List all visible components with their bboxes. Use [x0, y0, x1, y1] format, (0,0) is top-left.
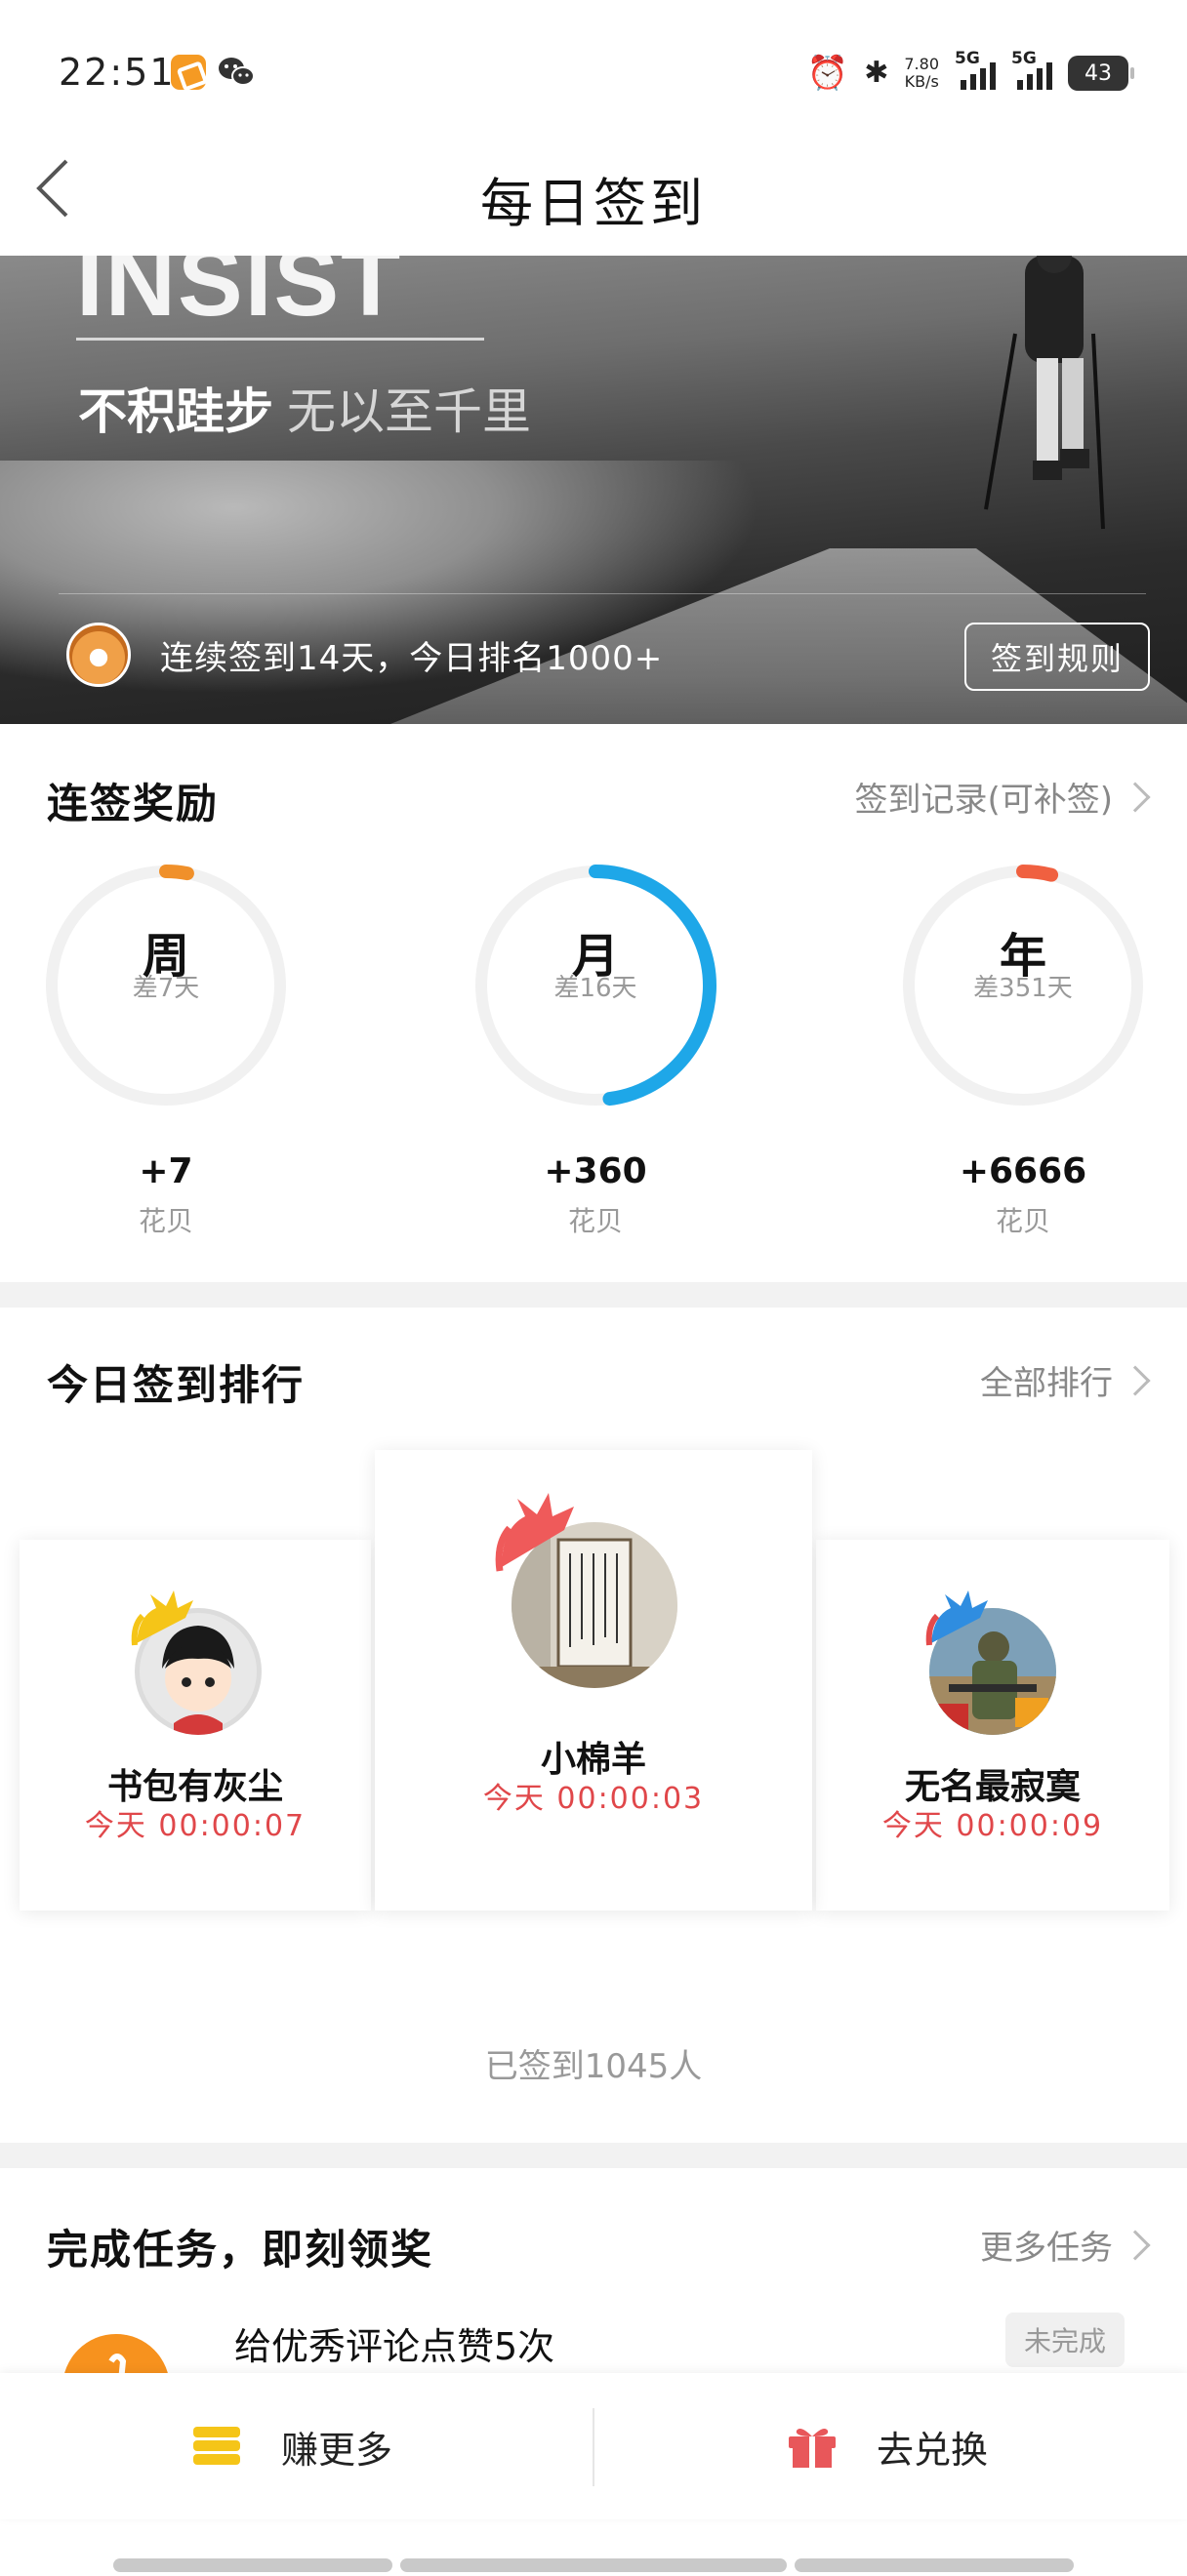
streak-rewards-title: 连签奖励 [47, 780, 220, 827]
rank-time: 今天 00:00:03 [482, 1782, 705, 1816]
reward-unit: 花贝 [567, 1205, 623, 1237]
reward-unit: 花贝 [138, 1205, 193, 1237]
chevron-right-icon [1120, 1364, 1151, 1396]
chevron-right-icon [1120, 2229, 1151, 2261]
sign-in-banner: INSIST 不积跬步 无以至千里 连续签到14天，今日排名1000+ 签到规则 [0, 256, 1187, 724]
user-avatar[interactable] [66, 623, 131, 687]
today-ranking-title: 今日签到排行 [47, 1361, 306, 1409]
sign-in-streak-text: 连续签到14天，今日排名1000+ [160, 639, 664, 678]
reward-value: +6666 [959, 1151, 1087, 1191]
banner-slogan: 不积跬步 无以至千里 [78, 383, 531, 440]
rank-card-3[interactable]: 无名最寂寞 今天 00:00:09 [816, 1540, 1169, 1911]
rank-time: 今天 00:00:07 [84, 1809, 307, 1843]
rank-card-1[interactable]: 小棉羊 今天 00:00:03 [375, 1450, 812, 1911]
bottom-action-bar: 赚更多 去兑换 [0, 2373, 1187, 2519]
app-notification-icon [171, 55, 206, 90]
ring-remaining: 差351天 [973, 974, 1073, 1003]
reward-unit: 花贝 [995, 1205, 1050, 1237]
page-title: 每日签到 [480, 173, 707, 234]
section-divider [0, 2143, 1187, 2168]
network-speed: 7.80 KB/s [904, 55, 939, 91]
redeem-button[interactable]: 去兑换 [787, 2373, 988, 2519]
rank-3-crown-icon [925, 1590, 988, 1646]
task-name: 给优秀评论点赞5次 [234, 2325, 555, 2368]
signal-sim2-icon: 5G [1011, 49, 1052, 90]
gift-icon [789, 2429, 836, 2468]
sign-in-record-link[interactable]: 签到记录(可补签) [854, 773, 1151, 821]
earn-more-button[interactable]: 赚更多 [191, 2373, 392, 2519]
gesture-bar [113, 2558, 392, 2572]
reward-ring-week: 周 差7天 [39, 859, 293, 1112]
status-bar: 22:51 ⏰ ✱ 7.80 KB/s 5G 5G 43 [0, 0, 1187, 146]
reward-ring-month: 月 差16天 [469, 859, 722, 1112]
rank-time: 今天 00:00:09 [881, 1809, 1104, 1843]
battery-icon: 43 [1068, 56, 1134, 91]
ring-remaining: 差16天 [553, 974, 637, 1003]
coins-icon [193, 2427, 240, 2465]
reward-value: +360 [544, 1151, 647, 1191]
ring-remaining: 差7天 [132, 974, 200, 1003]
sign-in-rules-button[interactable]: 签到规则 [964, 623, 1150, 691]
earn-more-label: 赚更多 [281, 2428, 393, 2472]
rank-2-crown-icon [131, 1590, 193, 1646]
status-time: 22:51 [59, 51, 176, 94]
rank-card-2[interactable]: 书包有灰尘 今天 00:00:07 [20, 1540, 371, 1911]
reward-ring-year: 年 差351天 [896, 859, 1150, 1112]
tasks-title: 完成任务，即刻领奖 [47, 2226, 434, 2274]
redeem-label: 去兑换 [877, 2428, 989, 2472]
wechat-icon [217, 55, 256, 90]
alarm-icon: ⏰ [806, 54, 849, 93]
task-status-badge: 未完成 [1005, 2313, 1125, 2367]
top-app-bar: 每日签到 [0, 127, 1187, 254]
gesture-bar [795, 2558, 1074, 2572]
bluetooth-icon: ✱ [864, 56, 889, 90]
more-tasks-link[interactable]: 更多任务 [980, 2221, 1151, 2269]
banner-headline: INSIST [76, 256, 403, 337]
signal-sim1-icon: 5G [955, 49, 996, 90]
signed-in-count: 已签到1045人 [484, 2047, 703, 2086]
hiker-image [984, 256, 1105, 530]
rank-1-crown-icon [495, 1493, 574, 1572]
reward-value: +7 [139, 1151, 193, 1191]
gesture-bar [400, 2558, 787, 2572]
section-divider [0, 1282, 1187, 1308]
all-ranking-link[interactable]: 全部排行 [980, 1356, 1151, 1404]
nav-divider [593, 2408, 594, 2486]
chevron-right-icon [1120, 781, 1151, 813]
